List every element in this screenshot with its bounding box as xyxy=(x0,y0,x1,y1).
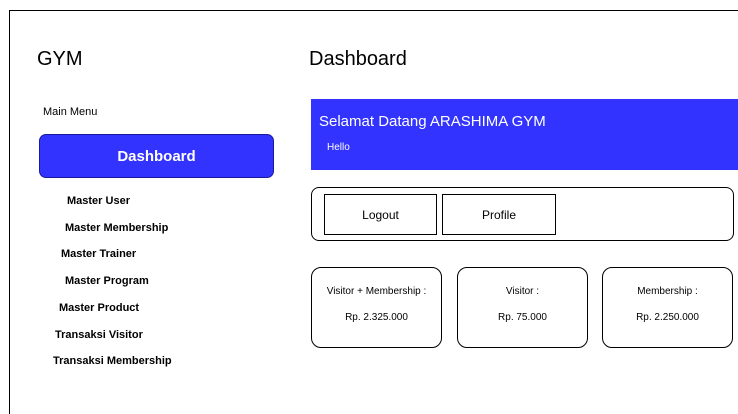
sidebar-item-master-product[interactable]: Master Product xyxy=(59,302,139,314)
stat-label: Membership : xyxy=(637,286,698,297)
sidebar-item-transaksi-membership[interactable]: Transaksi Membership xyxy=(53,355,172,367)
stat-value: Rp. 2.250.000 xyxy=(636,312,699,323)
sidebar-item-master-program[interactable]: Master Program xyxy=(65,275,149,287)
stat-label: Visitor + Membership : xyxy=(326,286,427,297)
sidebar-item-master-user[interactable]: Master User xyxy=(67,195,130,207)
stat-value: Rp. 75.000 xyxy=(498,312,547,323)
stat-card-visitor-membership: Visitor + Membership : Rp. 2.325.000 xyxy=(311,267,442,348)
app-title: GYM xyxy=(37,48,83,70)
welcome-title: Selamat Datang ARASHIMA GYM xyxy=(319,113,546,130)
welcome-banner: Selamat Datang ARASHIMA GYM Hello xyxy=(311,99,738,170)
welcome-subtitle: Hello xyxy=(327,142,350,153)
stat-value: Rp. 2.325.000 xyxy=(345,312,408,323)
logout-button[interactable]: Logout xyxy=(324,194,437,235)
sidebar-item-master-membership[interactable]: Master Membership xyxy=(65,222,168,234)
stat-card-visitor: Visitor : Rp. 75.000 xyxy=(457,267,588,348)
page-title: Dashboard xyxy=(309,48,407,70)
stat-label: Visitor : xyxy=(505,286,540,297)
stat-card-membership: Membership : Rp. 2.250.000 xyxy=(602,267,733,348)
sidebar-item-dashboard[interactable]: Dashboard xyxy=(39,134,274,178)
sidebar-item-transaksi-visitor[interactable]: Transaksi Visitor xyxy=(55,329,143,341)
frame-top-border xyxy=(9,10,738,11)
profile-button[interactable]: Profile xyxy=(442,194,556,235)
sidebar-item-master-trainer[interactable]: Master Trainer xyxy=(61,248,136,260)
frame-left-border xyxy=(9,10,10,414)
main-menu-heading: Main Menu xyxy=(43,106,98,118)
